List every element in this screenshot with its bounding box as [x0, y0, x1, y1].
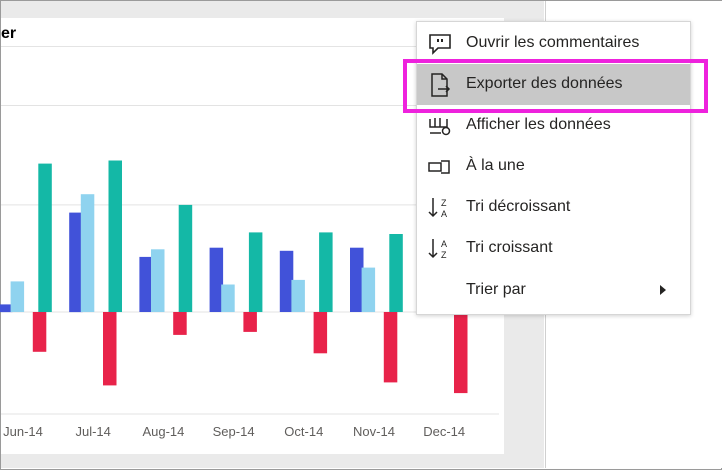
bar-Sep-14-series-3[interactable]	[243, 312, 257, 332]
x-tick-label: Sep-14	[213, 424, 255, 439]
menu-item-label: Tri croissant	[466, 239, 553, 256]
bar-Nov-14-series-3[interactable]	[383, 312, 398, 383]
submenu-arrow-icon	[660, 285, 666, 295]
menu-item-open-comments[interactable]: Ouvrir les commentaires	[417, 23, 690, 64]
bar-Oct-14-series-1[interactable]	[291, 279, 305, 312]
svg-text:Z: Z	[441, 250, 447, 260]
bar-Nov-14-series-0[interactable]	[350, 247, 364, 312]
bar-Sep-14-series-0[interactable]	[209, 247, 224, 312]
svg-text:A: A	[441, 239, 447, 249]
x-tick-label: Nov-14	[353, 424, 395, 439]
comment-icon	[427, 31, 453, 57]
bar-Jul-14-series-3[interactable]	[103, 312, 117, 386]
menu-item-label: Afficher les données	[466, 116, 611, 133]
menu-item-label: À la une	[466, 157, 525, 174]
x-tick-label: Jul-14	[75, 424, 110, 439]
menu-item-sort-ascending[interactable]: A Z Tri croissant	[417, 228, 690, 269]
bar-Jun-14-series-1[interactable]	[10, 281, 25, 312]
bar-Oct-14-series-0[interactable]	[279, 250, 294, 312]
sort-descending-icon: Z A	[427, 195, 453, 221]
bar-Jul-14-series-2[interactable]	[108, 160, 123, 313]
x-tick-label: Aug-14	[142, 424, 184, 439]
menu-item-sort-descending[interactable]: Z A Tri décroissant	[417, 187, 690, 228]
bar-Sep-14-series-2[interactable]	[248, 232, 263, 312]
bar-Jun-14-series-2[interactable]	[38, 163, 52, 312]
bar-Oct-14-series-3[interactable]	[313, 312, 328, 354]
bar-Nov-14-series-1[interactable]	[361, 267, 376, 312]
menu-item-label: Ouvrir les commentaires	[466, 34, 640, 51]
bar-Jul-14-series-1[interactable]	[80, 194, 95, 312]
bar-Aug-14-series-2[interactable]	[178, 204, 193, 312]
svg-text:A: A	[441, 209, 447, 219]
table-view-icon	[427, 113, 453, 139]
x-tick-label: Jun-14	[3, 424, 43, 439]
x-tick-label: Dec-14	[423, 424, 465, 439]
bar-Aug-14-series-0[interactable]	[139, 256, 153, 312]
highlight-callout	[403, 59, 708, 113]
menu-item-sort-by[interactable]: Trier par	[417, 270, 690, 311]
bar-Dec-14-series-3[interactable]	[454, 312, 468, 394]
bar-Nov-14-series-2[interactable]	[389, 234, 403, 312]
menu-item-label: Trier par	[466, 281, 526, 298]
bar-Oct-14-series-2[interactable]	[319, 232, 333, 312]
x-tick-label: Oct-14	[284, 424, 323, 439]
bar-Jun-14-series-3[interactable]	[32, 312, 47, 352]
menu-item-label: Tri décroissant	[466, 198, 571, 215]
bar-Aug-14-series-1[interactable]	[151, 249, 165, 312]
bar-Sep-14-series-1[interactable]	[221, 284, 235, 313]
bar-Jul-14-series-0[interactable]	[69, 212, 83, 313]
sort-ascending-icon: A Z	[427, 236, 453, 262]
svg-text:Z: Z	[441, 198, 447, 208]
bar-Aug-14-series-3[interactable]	[173, 312, 187, 335]
spotlight-icon	[427, 154, 453, 180]
menu-item-spotlight[interactable]: À la une	[417, 146, 690, 187]
